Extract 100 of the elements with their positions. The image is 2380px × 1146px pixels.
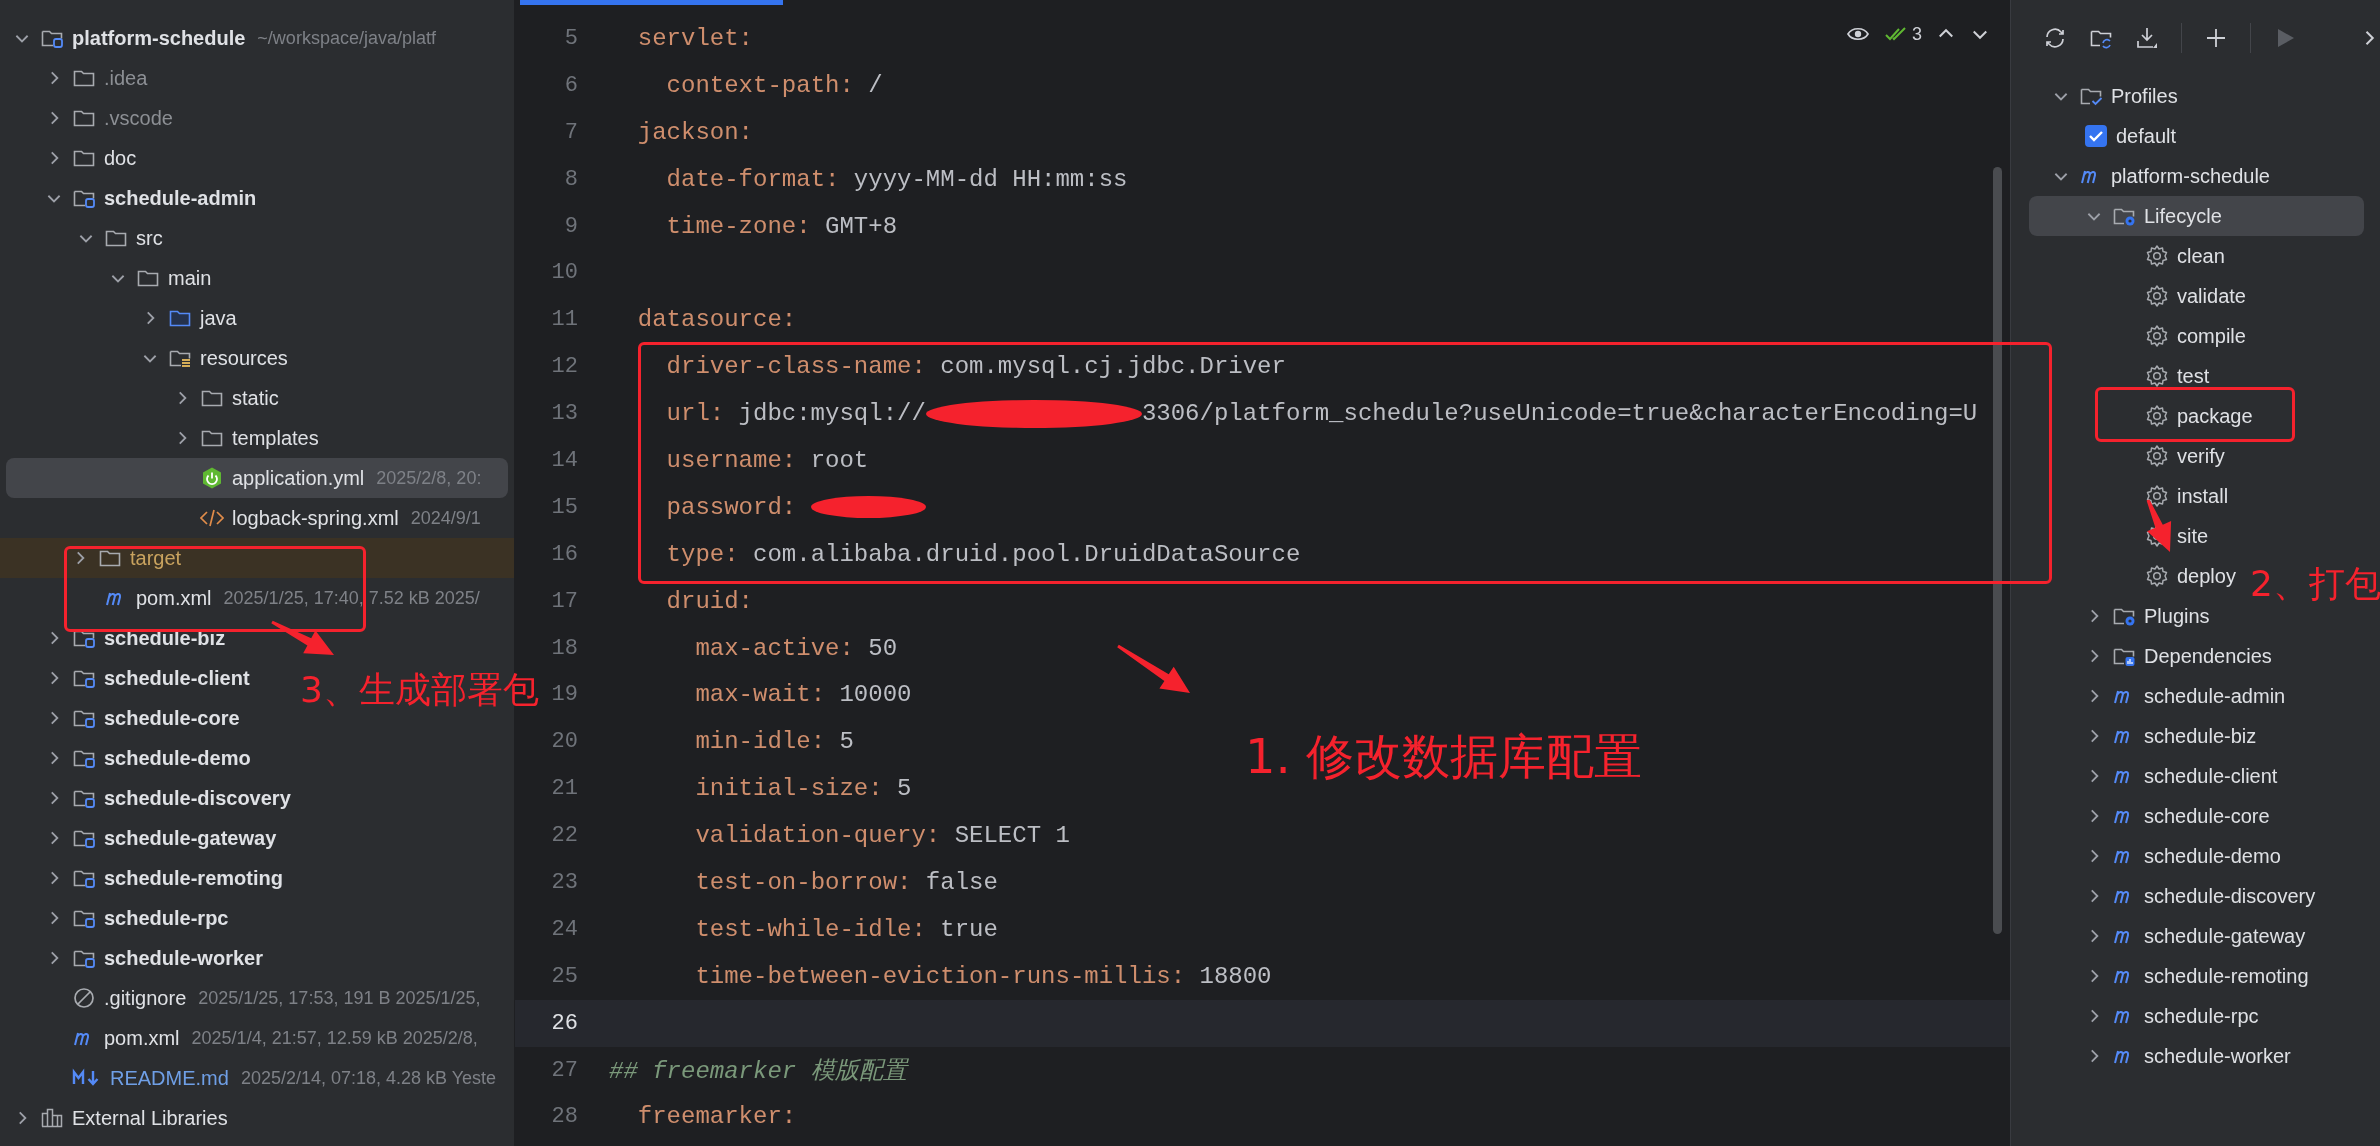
tree-label: deploy <box>2177 564 2236 588</box>
tree-row[interactable]: schedule-rpc <box>2029 996 2263 1036</box>
tree-label: schedule-discovery <box>2144 884 2316 908</box>
line-number: 16 <box>550 541 578 567</box>
tree-row[interactable]: schedule-discovery <box>2029 876 2320 916</box>
tree-row[interactable]: install <box>2029 476 2233 516</box>
line-number: 14 <box>550 447 578 473</box>
tree-label: default <box>2116 124 2177 148</box>
tree-row[interactable]: schedule-gateway <box>2029 916 2310 956</box>
file-name: platform-schedule <box>72 26 246 50</box>
plus-icon[interactable] <box>2204 26 2228 50</box>
tree-row[interactable]: platform-schedule <box>2029 156 2274 196</box>
tree-label: schedule-worker <box>2144 1044 2291 1068</box>
tree-row[interactable]: test <box>2029 356 2214 396</box>
tree-row[interactable]: schedule-core <box>2029 796 2274 836</box>
yaml-value: 18800 <box>1199 962 1272 990</box>
yaml-key: validation-query: <box>609 822 941 850</box>
tree-row[interactable]: doc <box>6 138 141 178</box>
tree-row[interactable]: Profiles <box>2029 76 2182 116</box>
tree-row[interactable]: validate <box>2029 276 2250 316</box>
tree-label: platform-schedule <box>2111 164 2270 188</box>
tree-row[interactable]: resources <box>6 338 292 378</box>
file-name: .gitignore <box>104 986 187 1010</box>
scrollbar-thumb[interactable] <box>1993 167 2002 934</box>
tree-row[interactable]: schedule-biz <box>6 618 230 658</box>
tree-row[interactable]: Lifecycle <box>2029 196 2364 236</box>
tree-row[interactable]: schedule-remoting <box>2029 956 2313 996</box>
file-name: schedule-discovery <box>104 786 291 810</box>
tree-row[interactable]: java <box>6 298 241 338</box>
yaml-value: yyyy-MM-dd HH:mm:ss <box>853 165 1128 193</box>
file-info: 2025/2/14, 07:18, 4.28 kB Yeste <box>240 1067 497 1089</box>
tree-row[interactable]: schedule-remoting <box>6 858 287 898</box>
tree-label: Dependencies <box>2144 644 2272 668</box>
tree-row[interactable]: schedule-worker <box>6 938 267 978</box>
tree-row[interactable]: schedule-client <box>2029 756 2282 796</box>
tree-row[interactable]: pom.xml 2025/1/4, 21:57, 12.59 kB 2025/2/8, <box>6 1018 482 1058</box>
yaml-key: type: <box>609 540 739 568</box>
line-number: 13 <box>550 401 578 427</box>
tree-row[interactable]: src <box>6 218 167 258</box>
tree-row[interactable]: pom.xml 2025/1/25, 17:40, 7.52 kB 2025/ <box>6 578 484 618</box>
yaml-key: username: <box>609 446 797 474</box>
tree-row[interactable]: schedule-core <box>6 698 244 738</box>
line-number: 21 <box>550 776 578 802</box>
tree-row[interactable]: verify <box>2029 436 2229 476</box>
yaml-key: url: <box>609 400 725 428</box>
line-number: 7 <box>563 119 578 145</box>
tree-row[interactable]: .vscode <box>6 98 177 138</box>
file-name: schedule-gateway <box>104 826 277 850</box>
tree-row[interactable]: schedule-worker <box>2029 1036 2295 1076</box>
tree-row[interactable]: target <box>0 538 514 578</box>
file-name: templates <box>232 426 319 450</box>
tree-label: package <box>2177 404 2253 428</box>
tree-label: validate <box>2177 284 2246 308</box>
code-comment: ## freemarker 模版配置 <box>609 1057 907 1087</box>
line-number: 25 <box>550 963 578 989</box>
line-number: 12 <box>550 354 578 380</box>
line-number: 19 <box>550 682 578 708</box>
tree-row[interactable]: clean <box>2029 236 2229 276</box>
tree-row[interactable]: External Libraries <box>6 1098 232 1138</box>
file-info: 2025/2/8, 20: <box>376 467 482 489</box>
tree-row[interactable]: schedule-discovery <box>6 778 295 818</box>
annotation-label: 1. 修改数据库配置 <box>1245 728 1643 786</box>
tree-row[interactable]: logback-spring.xml 2024/9/1 <box>6 498 485 538</box>
tree-row[interactable]: templates <box>6 418 323 458</box>
tree-row[interactable]: Plugins <box>2029 596 2214 636</box>
file-name: resources <box>200 346 288 370</box>
tree-row[interactable]: main <box>6 258 216 298</box>
tree-row[interactable]: platform-schedule ~/workspace/java/platf <box>6 18 440 58</box>
yaml-value: com.alibaba.druid.pool.DruidDataSource <box>753 540 1301 568</box>
tree-row[interactable]: compile <box>2029 316 2250 356</box>
file-name: static <box>232 386 279 410</box>
tree-row[interactable]: default <box>2029 116 2181 156</box>
yaml-value: 5 <box>897 775 912 803</box>
tree-row[interactable]: schedule-rpc <box>6 898 233 938</box>
file-name: schedule-core <box>104 706 240 730</box>
tree-label: schedule-client <box>2144 764 2278 788</box>
tree-row[interactable]: schedule-admin <box>2029 676 2290 716</box>
tree-row[interactable]: schedule-demo <box>6 738 255 778</box>
tree-row[interactable]: README.md 2025/2/14, 07:18, 4.28 kB Yeste <box>6 1058 501 1098</box>
tree-row[interactable]: package <box>2029 396 2257 436</box>
tree-row[interactable]: schedule-admin <box>6 178 261 218</box>
tree-row[interactable]: schedule-client <box>6 658 254 698</box>
tree-row[interactable]: deploy <box>2029 556 2240 596</box>
tree-row[interactable]: schedule-biz <box>2029 716 2261 756</box>
tree-row[interactable]: Dependencies <box>2029 636 2276 676</box>
checkbox[interactable] <box>2084 124 2108 148</box>
yaml-key: password: <box>609 493 797 521</box>
line-number: 8 <box>563 166 578 192</box>
yaml-key: freemarker: <box>609 1103 797 1131</box>
tree-label: schedule-demo <box>2144 844 2281 868</box>
download-icon[interactable] <box>2135 26 2159 50</box>
tree-row[interactable]: .gitignore 2025/1/25, 17:53, 191 B 2025/1/25, <box>6 978 485 1018</box>
tree-row[interactable]: schedule-demo <box>2029 836 2285 876</box>
file-name: schedule-demo <box>104 746 251 770</box>
tree-row[interactable]: schedule-gateway <box>6 818 281 858</box>
tree-row[interactable]: application.yml 2025/2/8, 20: <box>6 458 508 498</box>
sync-icon[interactable] <box>2043 26 2067 50</box>
line-number: 15 <box>550 494 578 520</box>
tree-row[interactable]: static <box>6 378 283 418</box>
tree-row[interactable]: .idea <box>6 58 152 98</box>
